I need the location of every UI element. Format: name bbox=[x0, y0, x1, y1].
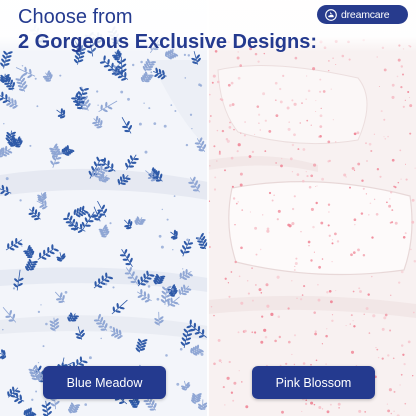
moon-cloud-icon bbox=[325, 8, 337, 21]
headline-line-2: 2 Gorgeous Exclusive Designs: bbox=[18, 31, 317, 53]
blue-meadow-bedding-image bbox=[0, 0, 208, 416]
headline-line-1: Choose from bbox=[18, 6, 133, 28]
product-banner: Choose from 2 Gorgeous Exclusive Designs… bbox=[0, 0, 416, 416]
pink-blossom-photo bbox=[208, 0, 416, 416]
blue-meadow-photo bbox=[0, 0, 208, 416]
pink-blossom-bedding-image bbox=[208, 0, 416, 416]
brand-name: dreamcare bbox=[341, 8, 390, 21]
design-label-pink-blossom: Pink Blossom bbox=[252, 366, 375, 399]
headline: Choose from 2 Gorgeous Exclusive Designs… bbox=[18, 6, 317, 54]
brand-logo-badge: dreamcare bbox=[317, 5, 408, 24]
design-label-blue-meadow: Blue Meadow bbox=[43, 366, 166, 399]
photo-divider bbox=[207, 0, 209, 416]
